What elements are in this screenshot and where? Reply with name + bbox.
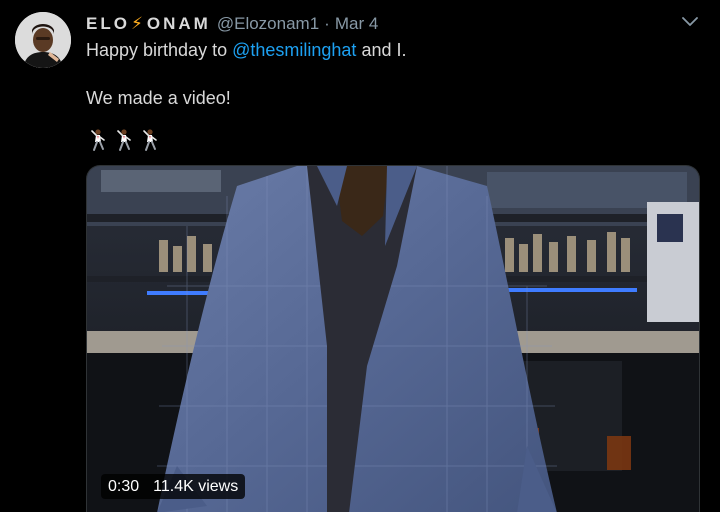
tweet[interactable]: ELO⚡ONAM @Elozonam1 · Mar 4 Happy birthd… bbox=[0, 0, 720, 512]
author-name[interactable]: ELO⚡ONAM bbox=[86, 14, 211, 34]
video-stats-badge: 0:30 11.4K views bbox=[101, 474, 246, 499]
avatar[interactable] bbox=[15, 12, 71, 68]
chevron-down-icon bbox=[682, 17, 698, 26]
tweet-date[interactable]: Mar 4 bbox=[335, 14, 378, 34]
dancing-man-emoji bbox=[143, 129, 157, 151]
tweet-text-line-2: We made a video! bbox=[86, 88, 231, 108]
video-views: 11.4K views bbox=[153, 477, 239, 495]
video-duration: 0:30 bbox=[108, 477, 140, 495]
author-name-left: ELO bbox=[86, 14, 130, 33]
tweet-text-prefix: Happy birthday to bbox=[86, 40, 233, 60]
tweet-text: Happy birthday to @thesmilinghat and I. … bbox=[86, 38, 406, 110]
tweet-header: ELO⚡ONAM @Elozonam1 · Mar 4 bbox=[86, 13, 378, 35]
author-handle[interactable]: @Elozonam1 bbox=[217, 14, 319, 34]
lightning-bolt-icon: ⚡ bbox=[130, 14, 146, 33]
author-name-right: ONAM bbox=[146, 14, 211, 33]
video-player[interactable] bbox=[86, 165, 700, 512]
tweet-text-suffix: and I. bbox=[356, 40, 407, 60]
avatar-photo bbox=[15, 12, 71, 68]
video-thumbnail bbox=[87, 166, 699, 512]
dancing-man-emoji bbox=[91, 129, 105, 151]
more-options-button[interactable] bbox=[678, 10, 702, 34]
emoji-row bbox=[88, 128, 160, 152]
tweet-text-line-1: Happy birthday to @thesmilinghat and I. bbox=[86, 38, 406, 62]
separator-dot: · bbox=[324, 14, 330, 33]
mention-link[interactable]: @thesmilinghat bbox=[232, 40, 356, 60]
dancing-man-emoji bbox=[117, 129, 131, 151]
